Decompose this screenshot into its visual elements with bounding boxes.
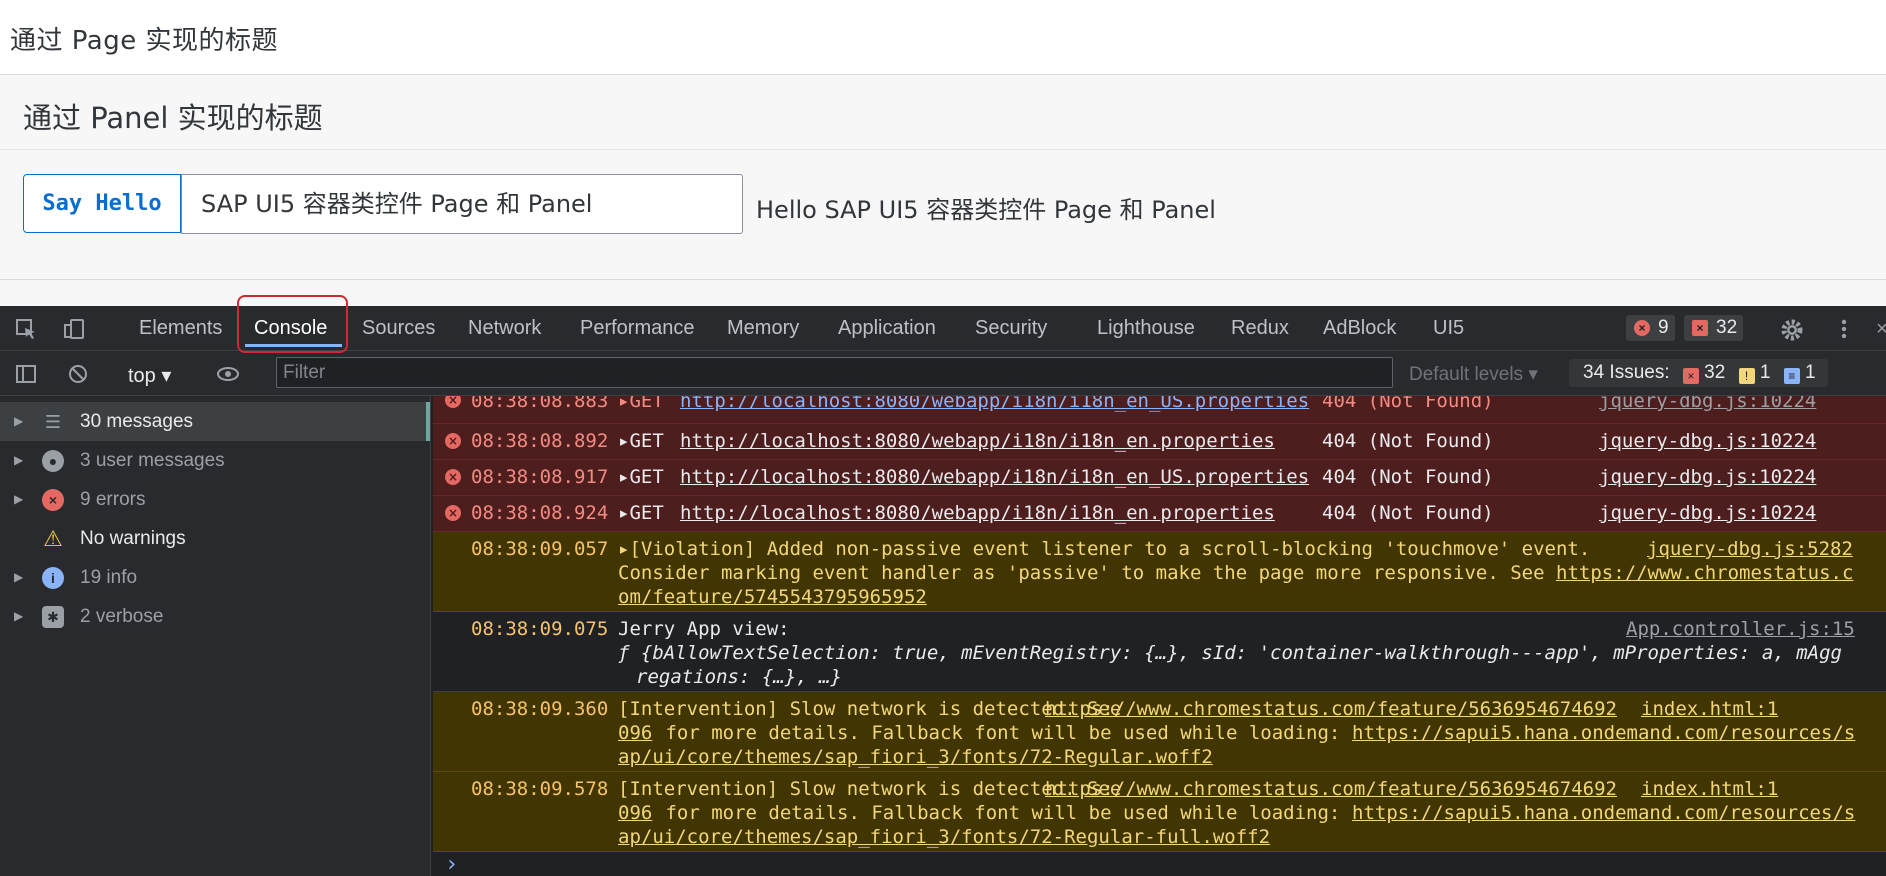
more-options-icon[interactable] — [1832, 318, 1856, 340]
tab-memory[interactable]: Memory — [727, 306, 799, 350]
tab-performance[interactable]: Performance — [580, 306, 695, 350]
hello-text: Hello SAP UI5 容器类控件 Page 和 Panel — [756, 196, 1216, 224]
log-row: 08:38:09.075 Jerry App view: App.control… — [433, 612, 1886, 692]
sidebar-item-warnings[interactable]: ⚠ No warnings — [0, 519, 430, 558]
sidebar-item-messages[interactable]: ▶ ☰ 30 messages — [0, 402, 430, 441]
app-area: 通过 Page 实现的标题 通过 Panel 实现的标题 Say Hello S… — [0, 0, 1886, 306]
log-url-link[interactable]: http://localhost:8080/webapp/i18n/i18n_e… — [680, 396, 1309, 412]
error-icon: × — [1634, 320, 1650, 336]
expand-arrow-icon: ▶ — [14, 492, 24, 506]
say-hello-button[interactable]: Say Hello — [23, 174, 181, 233]
panel-header: 通过 Panel 实现的标题 — [0, 75, 1886, 150]
expand-arrow-icon: ▶ — [14, 453, 24, 467]
log-url-link[interactable]: https://sapui5.hana.ondemand.com/resourc… — [1352, 802, 1855, 824]
sidebar-item-user-messages[interactable]: ▶ ● 3 user messages — [0, 441, 430, 480]
close-devtools-icon[interactable]: × — [1870, 318, 1886, 340]
log-source-link[interactable]: index.html:1 — [1641, 698, 1778, 720]
log-url-link[interactable]: https://sapui5.hana.ondemand.com/resourc… — [1352, 722, 1855, 744]
log-source-link[interactable]: index.html:1 — [1641, 778, 1778, 800]
log-url-link[interactable]: om/feature/5745543795965952 — [618, 586, 927, 608]
log-source-link[interactable]: App.controller.js:15 — [1626, 618, 1855, 640]
issues-warning-icon: ! — [1738, 368, 1755, 384]
log-url-link[interactable]: https://www.chromestatus.c — [1556, 562, 1853, 584]
error-icon: × — [445, 433, 461, 449]
log-row: 08:38:09.360 [Intervention] Slow network… — [433, 692, 1886, 772]
inspect-icon[interactable] — [14, 318, 38, 340]
sidebar-toggle-icon[interactable] — [14, 363, 38, 385]
tab-network[interactable]: Network — [468, 306, 541, 350]
list-icon: ☰ — [44, 412, 62, 432]
console-sidebar: ▶ ☰ 30 messages ▶ ● 3 user messages ▶ × … — [0, 396, 431, 876]
error-icon: × — [42, 489, 64, 511]
tab-ui5[interactable]: UI5 — [1433, 306, 1464, 350]
issues-error-icon: × — [1682, 368, 1699, 384]
context-selector[interactable]: top ▾ — [128, 363, 171, 388]
tab-application[interactable]: Application — [838, 306, 936, 350]
console-log: × 08:38:08.883 ▸GET http://localhost:808… — [433, 396, 1886, 876]
panel-divider — [0, 279, 1886, 280]
log-row: × 08:38:08.917 ▸GET http://localhost:808… — [433, 460, 1886, 496]
clear-console-icon[interactable] — [66, 363, 90, 385]
sidebar-item-errors[interactable]: ▶ × 9 errors — [0, 480, 430, 519]
expand-arrow-icon: ▶ — [14, 414, 24, 428]
console-toolbar: top ▾ Filter Default levels ▾ 34 Issues:… — [0, 351, 1886, 396]
prompt-chevron-icon: › — [445, 852, 459, 876]
log-source-link[interactable]: jquery-dbg.js:10224 — [1599, 396, 1816, 412]
console-prompt[interactable]: › — [433, 852, 1886, 876]
log-url-link[interactable]: ap/ui/core/themes/sap_fiori_3/fonts/72-R… — [618, 746, 1213, 768]
log-url-link[interactable]: http://localhost:8080/webapp/i18n/i18n_e… — [680, 502, 1275, 524]
page-title: 通过 Page 实现的标题 — [10, 26, 278, 56]
tab-sources[interactable]: Sources — [362, 306, 435, 350]
log-source-link[interactable]: jquery-dbg.js:5282 — [1647, 538, 1853, 560]
error-icon: × — [445, 396, 461, 408]
log-source-link[interactable]: jquery-dbg.js:10224 — [1599, 502, 1816, 524]
info-icon: i — [42, 567, 64, 589]
log-url-link[interactable]: https://www.chromestatus.com/feature/563… — [1045, 778, 1617, 800]
page-header: 通过 Page 实现的标题 — [0, 0, 1886, 75]
issues-button[interactable]: 34 Issues: × 32 ! 1 ≡ 1 — [1569, 359, 1828, 387]
user-icon: ● — [42, 450, 64, 472]
tab-redux[interactable]: Redux — [1231, 306, 1289, 350]
expand-arrow-icon: ▶ — [14, 570, 24, 584]
settings-gear-icon[interactable] — [1780, 318, 1804, 341]
issue-count-badge[interactable]: × 32 — [1684, 315, 1744, 341]
tab-elements[interactable]: Elements — [139, 306, 222, 350]
log-url-link[interactable]: ap/ui/core/themes/sap_fiori_3/fonts/72-R… — [618, 826, 1270, 848]
error-count-badge[interactable]: × 9 — [1626, 315, 1675, 341]
log-source-link[interactable]: jquery-dbg.js:10224 — [1599, 430, 1816, 452]
panel-title: 通过 Panel 实现的标题 — [23, 101, 323, 135]
object-preview[interactable]: ƒ {bAllowTextSelection: true, mEventRegi… — [618, 642, 1842, 664]
eye-icon[interactable] — [216, 363, 240, 385]
log-row: × 08:38:08.883 ▸GET http://localhost:808… — [433, 396, 1886, 424]
log-row: 08:38:09.057 ▸[Violation] Added non-pass… — [433, 532, 1886, 612]
log-url-link[interactable]: https://www.chromestatus.com/feature/563… — [1045, 698, 1617, 720]
tab-lighthouse[interactable]: Lighthouse — [1097, 306, 1195, 350]
sidebar-item-verbose[interactable]: ▶ ✱ 2 verbose — [0, 597, 430, 636]
log-levels-dropdown[interactable]: Default levels ▾ — [1409, 363, 1538, 386]
tab-adblock[interactable]: AdBlock — [1323, 306, 1396, 350]
console-tab-underline — [245, 344, 342, 347]
name-input[interactable]: SAP UI5 容器类控件 Page 和 Panel — [181, 174, 743, 234]
log-row: × 08:38:08.924 ▸GET http://localhost:808… — [433, 496, 1886, 532]
log-source-link[interactable]: jquery-dbg.js:10224 — [1599, 466, 1816, 488]
log-url-link[interactable]: http://localhost:8080/webapp/i18n/i18n_e… — [680, 430, 1275, 452]
log-row: × 08:38:08.892 ▸GET http://localhost:808… — [433, 424, 1886, 460]
tab-security[interactable]: Security — [975, 306, 1047, 350]
sidebar-item-info[interactable]: ▶ i 19 info — [0, 558, 430, 597]
filter-input[interactable]: Filter — [276, 357, 1393, 388]
expand-arrow-icon: ▶ — [14, 609, 24, 623]
device-toggle-icon[interactable] — [62, 318, 86, 340]
warning-icon: ⚠ — [43, 526, 63, 551]
log-row: 08:38:09.578 [Intervention] Slow network… — [433, 772, 1886, 852]
log-url-link[interactable]: http://localhost:8080/webapp/i18n/i18n_e… — [680, 466, 1309, 488]
error-icon: × — [445, 505, 461, 521]
issue-error-icon: × — [1692, 320, 1708, 336]
error-icon: × — [445, 469, 461, 485]
bug-icon: ✱ — [42, 606, 64, 628]
devtools: Elements Console Sources Network Perform… — [0, 306, 1886, 876]
issues-info-icon: ≡ — [1783, 368, 1800, 384]
